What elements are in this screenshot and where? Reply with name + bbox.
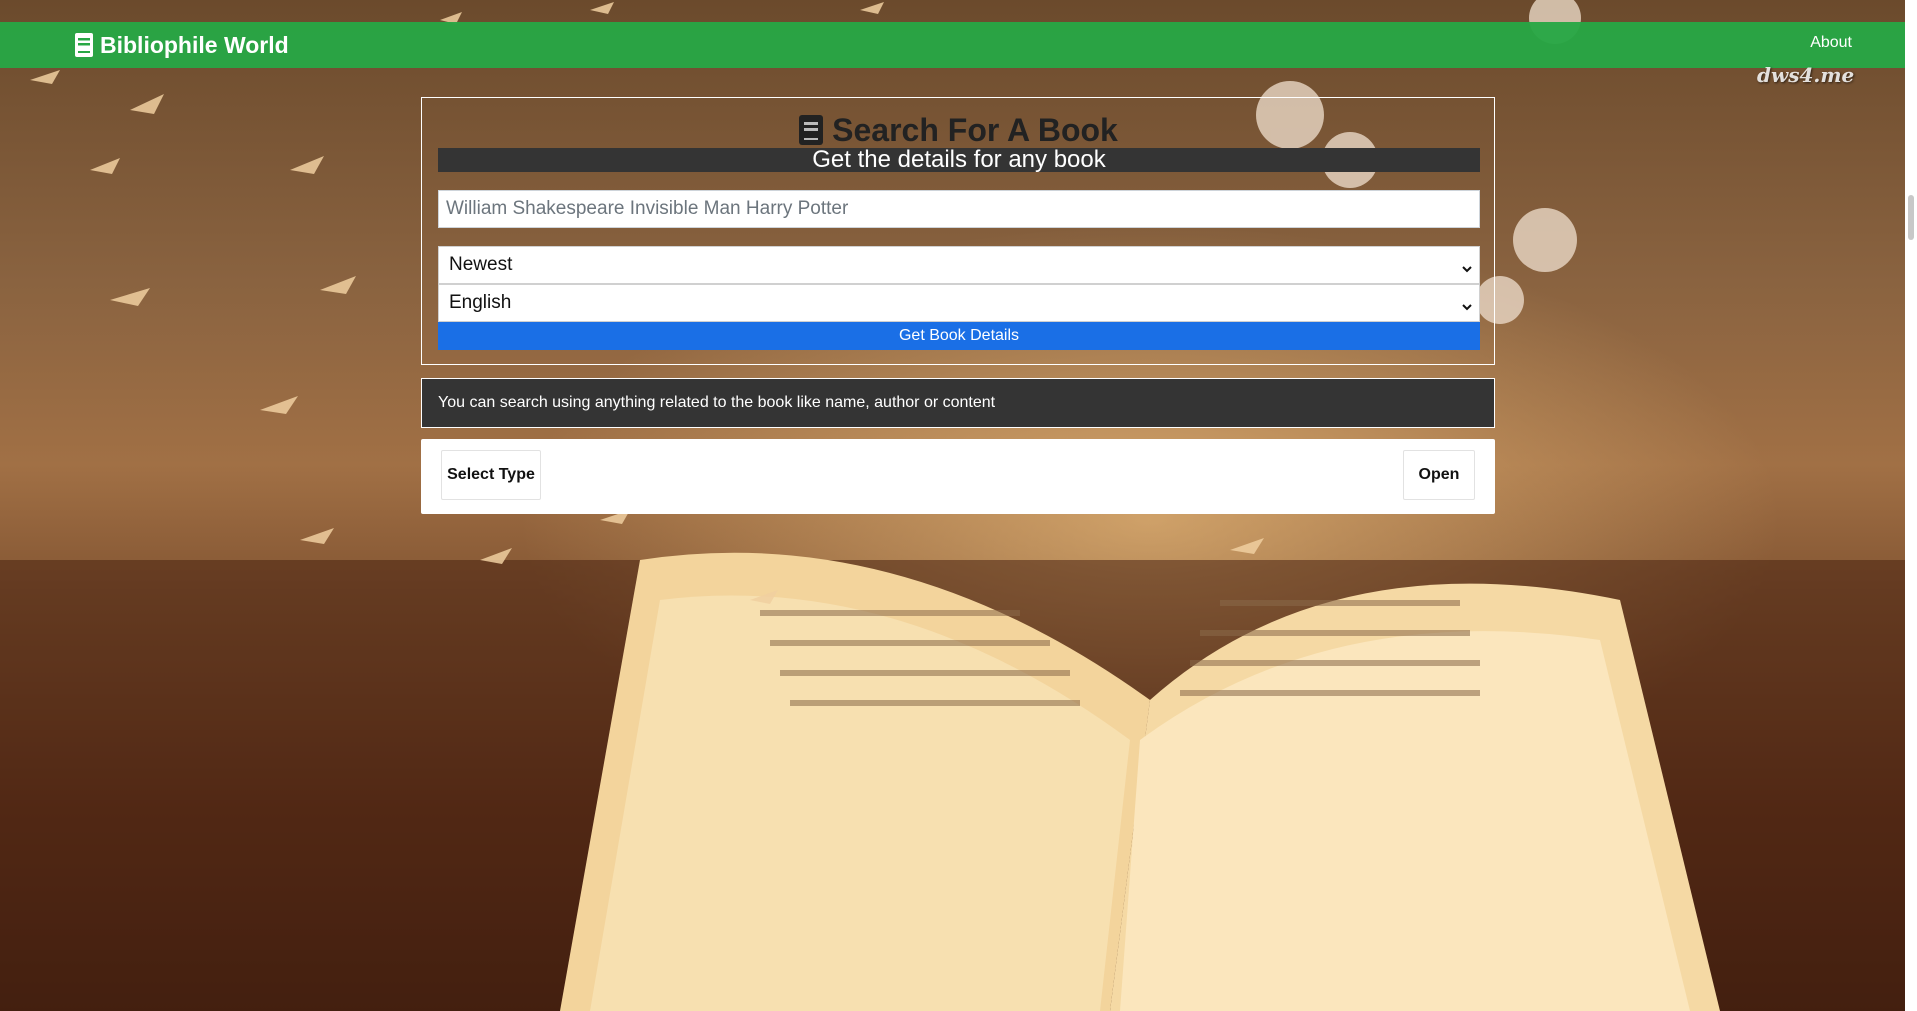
search-title-row: Search For A Book xyxy=(422,110,1494,150)
language-select[interactable]: English xyxy=(438,284,1480,322)
page-right-edge xyxy=(1905,0,1917,1011)
scrollbar-thumb[interactable] xyxy=(1908,195,1914,240)
open-button[interactable]: Open xyxy=(1403,450,1475,500)
search-hint-bar: You can search using anything related to… xyxy=(421,378,1495,428)
search-subtitle: Get the details for any book xyxy=(438,148,1480,172)
search-card: Search For A Book Get the details for an… xyxy=(421,97,1495,365)
watermark-text: dws4.me xyxy=(1757,63,1855,87)
sort-order-value: Newest xyxy=(449,254,513,275)
language-value: English xyxy=(449,292,512,313)
page-title: Search For A Book xyxy=(832,111,1118,148)
select-type-button[interactable]: Select Type xyxy=(441,450,541,500)
nav-about-link[interactable]: About xyxy=(1810,34,1852,52)
chevron-down-icon xyxy=(1461,259,1473,273)
book-icon xyxy=(798,114,824,146)
navbar: Bibliophile World About xyxy=(0,22,1905,68)
brand-link[interactable]: Bibliophile World xyxy=(74,30,289,60)
chevron-down-icon xyxy=(1461,297,1473,311)
get-book-details-button[interactable]: Get Book Details xyxy=(438,322,1480,350)
book-icon xyxy=(74,32,94,58)
action-row: Select Type Open xyxy=(421,439,1495,514)
search-input[interactable] xyxy=(438,190,1480,228)
sort-order-select[interactable]: Newest xyxy=(438,246,1480,284)
search-hint-text: You can search using anything related to… xyxy=(438,394,996,411)
brand-name: Bibliophile World xyxy=(100,31,289,58)
